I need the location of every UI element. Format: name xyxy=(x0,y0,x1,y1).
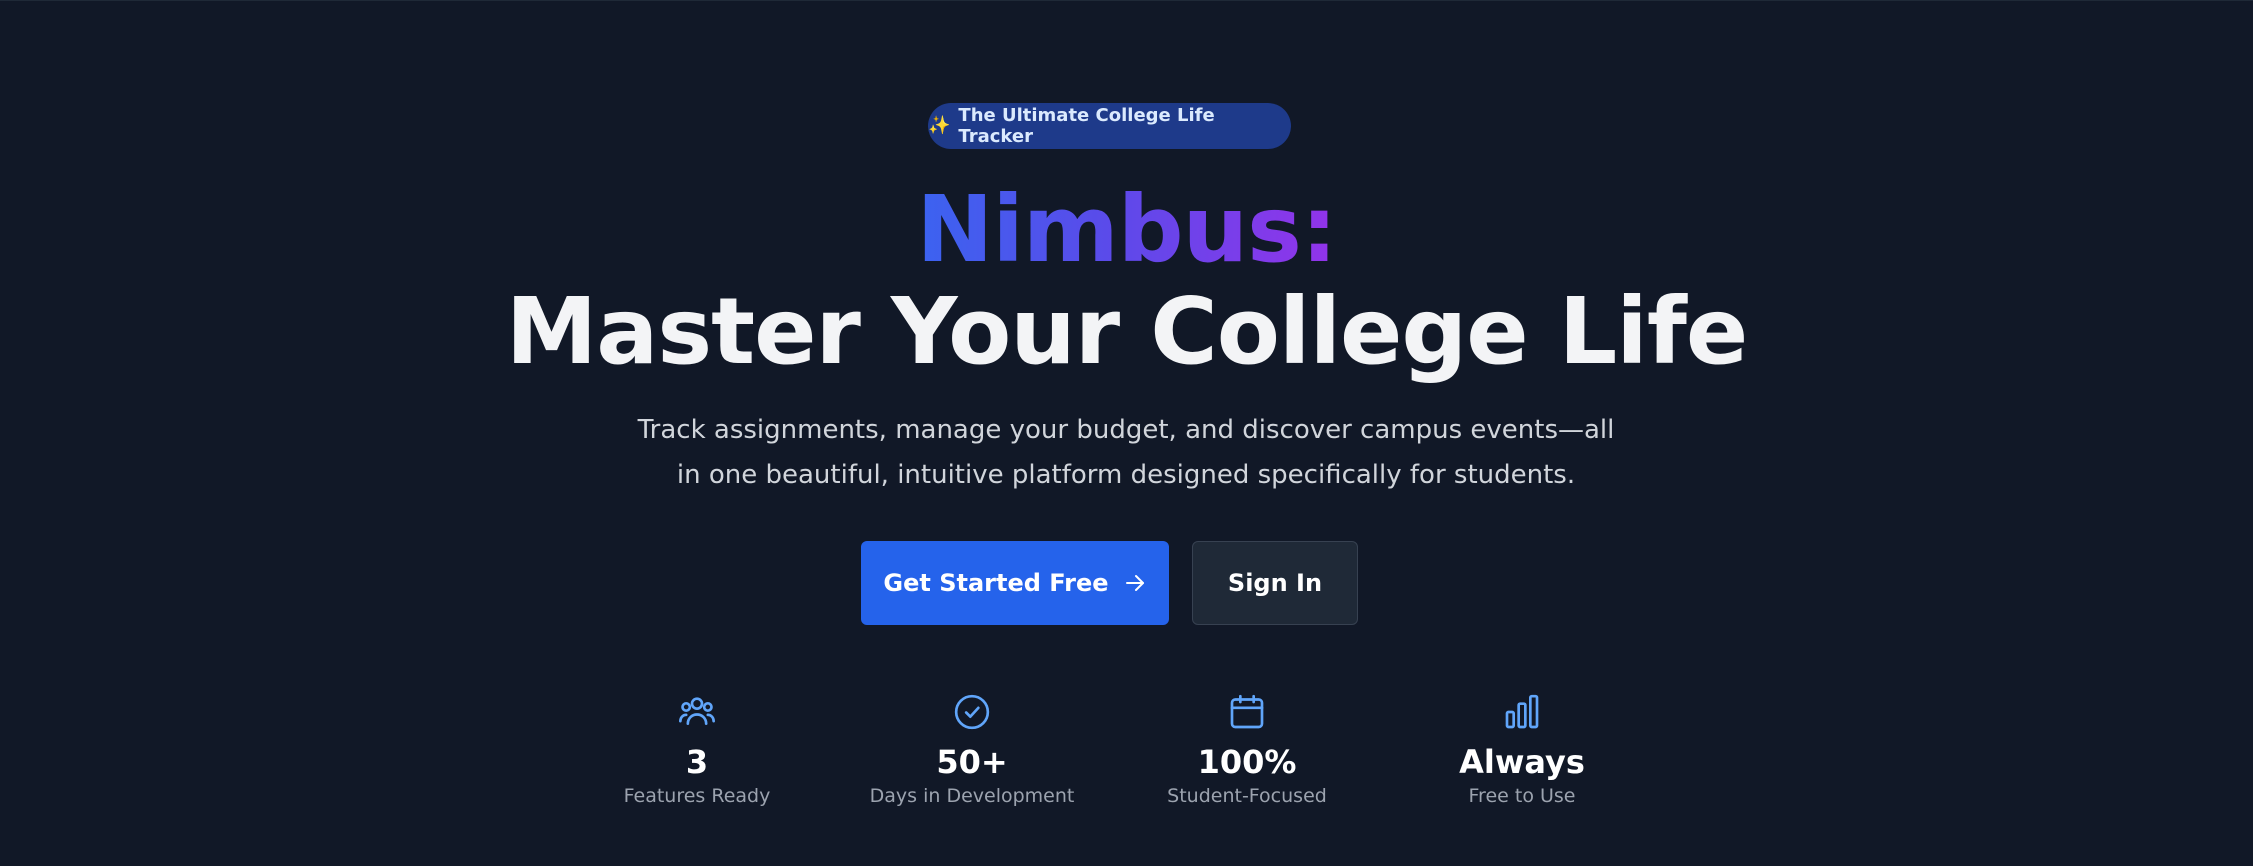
stat-value: 100% xyxy=(1197,743,1297,781)
stat-label: Free to Use xyxy=(1468,785,1576,807)
badge-label: The Ultimate College Life Tracker xyxy=(958,105,1215,147)
stat-days: 50+ Days in Development xyxy=(842,692,1102,810)
arrow-right-icon xyxy=(1125,575,1144,591)
bar-chart-icon xyxy=(1505,694,1539,729)
subtitle-line-2: in one beautiful, intuitive platform des… xyxy=(676,460,1576,490)
hero-title-tagline: Master Your College Life xyxy=(505,278,1749,385)
stat-value: 50+ xyxy=(936,743,1008,781)
check-circle-icon xyxy=(954,694,990,730)
stat-value: 3 xyxy=(685,743,709,781)
hero-section: ✨ The Ultimate College Life Tracker Nimb… xyxy=(0,0,2253,866)
stat-label: Days in Development xyxy=(869,785,1075,807)
stat-label: Features Ready xyxy=(623,785,771,807)
users-icon xyxy=(679,697,715,725)
brand-name: Nimbus: xyxy=(916,176,1337,283)
sparkles-icon: ✨ xyxy=(928,115,951,136)
subtitle-line-1: Track assignments, manage your budget, a… xyxy=(637,415,1615,445)
calendar-icon xyxy=(1230,694,1264,729)
sign-in-button[interactable]: Sign In xyxy=(1192,541,1358,625)
sign-in-label: Sign In xyxy=(1227,569,1323,597)
stat-value: Always xyxy=(1459,743,1585,781)
stat-student-focused: 100% Student-Focused xyxy=(1117,692,1377,810)
hero-badge: ✨ The Ultimate College Life Tracker xyxy=(928,103,1291,149)
get-started-label: Get Started Free xyxy=(883,569,1109,597)
stat-label: Student-Focused xyxy=(1167,785,1327,807)
hero-subtitle: Track assignments, manage your budget, a… xyxy=(626,408,1626,498)
get-started-button[interactable]: Get Started Free xyxy=(861,541,1169,625)
stat-features: 3 Features Ready xyxy=(567,692,827,810)
stat-free: Always Free to Use xyxy=(1392,692,1652,810)
